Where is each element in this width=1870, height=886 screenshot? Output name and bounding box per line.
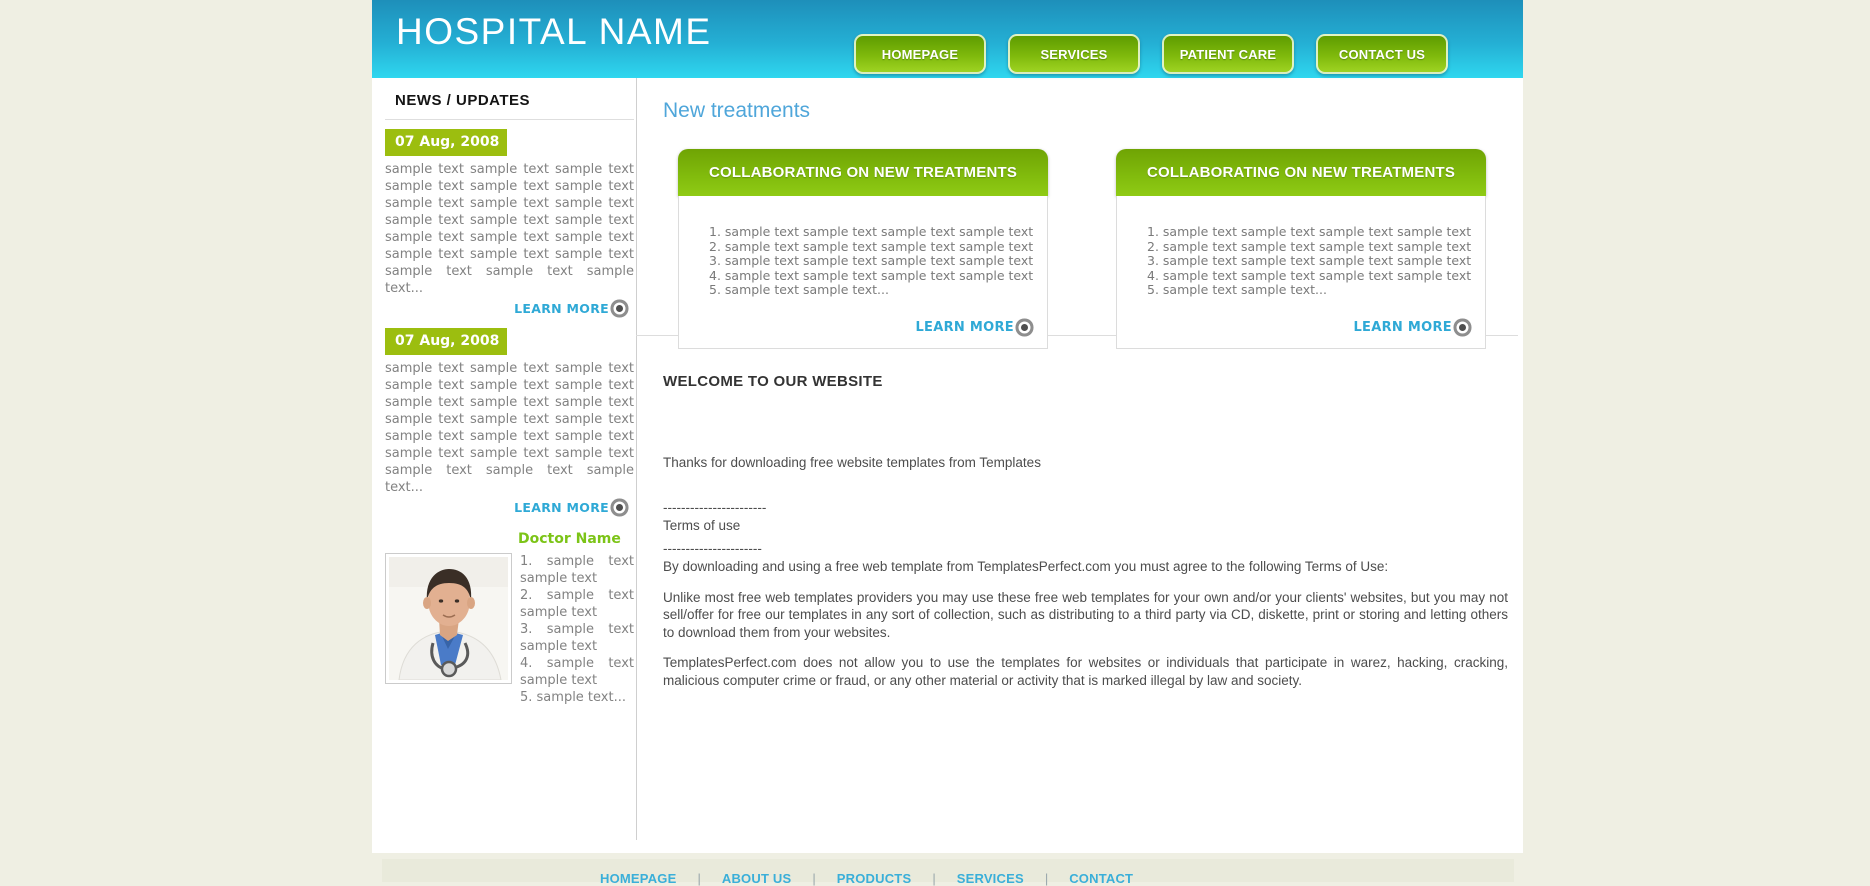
doctor-list-item: 1. sample text sample text bbox=[520, 553, 634, 587]
learn-more-link[interactable]: LEARN MORE bbox=[915, 320, 1033, 335]
target-circle-icon bbox=[1459, 324, 1466, 331]
footer-separator: | bbox=[1045, 871, 1048, 886]
card-body: 1. sample text sample text sample text s… bbox=[678, 196, 1048, 349]
card-list-item: 5. sample text sample text... bbox=[709, 283, 1033, 298]
footer-link-contact[interactable]: CONTACT bbox=[1069, 871, 1133, 886]
dash-separator: ---------------------- bbox=[663, 540, 1508, 558]
footer-separator: | bbox=[932, 871, 935, 886]
news-item: 07 Aug, 2008 sample text sample text sam… bbox=[385, 129, 634, 316]
sidebar-divider bbox=[385, 119, 634, 120]
nav-tab-homepage[interactable]: HOMEPAGE bbox=[854, 34, 986, 74]
card-title: COLLABORATING ON NEW TREATMENTS bbox=[678, 149, 1048, 196]
doctor-section: 1. sample text sample text 2. sample tex… bbox=[385, 553, 634, 706]
card-list-item: 4. sample text sample text sample text s… bbox=[1147, 269, 1471, 284]
terms-text-block: Thanks for downloading free website temp… bbox=[663, 454, 1508, 689]
doctor-photo-illustration bbox=[389, 557, 508, 680]
nav-tab-patient-care[interactable]: PATIENT CARE bbox=[1162, 34, 1294, 74]
card-list-item: 2. sample text sample text sample text s… bbox=[709, 240, 1033, 255]
card-list-item: 2. sample text sample text sample text s… bbox=[1147, 240, 1471, 255]
paragraph-thanks: Thanks for downloading free website temp… bbox=[663, 454, 1508, 472]
learn-more-label: LEARN MORE bbox=[514, 301, 609, 316]
terms-of-use-title: Terms of use bbox=[663, 517, 1508, 535]
page-title: New treatments bbox=[663, 99, 1508, 123]
footer-separator: | bbox=[697, 871, 700, 886]
footer: HOMEPAGE | ABOUT US | PRODUCTS | SERVICE… bbox=[382, 859, 1514, 882]
learn-more-label: LEARN MORE bbox=[1353, 320, 1452, 335]
doctor-list: 1. sample text sample text 2. sample tex… bbox=[520, 553, 634, 706]
dash-separator: ----------------------- bbox=[663, 499, 1508, 517]
doctor-list-item: 4. sample text sample text bbox=[520, 655, 634, 689]
learn-more-link[interactable]: LEARN MORE bbox=[385, 301, 628, 316]
site-title: HOSPITAL NAME bbox=[396, 11, 712, 53]
nav-tab-services[interactable]: SERVICES bbox=[1008, 34, 1140, 74]
doctor-list-item: 3. sample text sample text bbox=[520, 621, 634, 655]
doctor-list-item: 5. sample text... bbox=[520, 689, 634, 706]
paragraph-agree: By downloading and using a free web temp… bbox=[663, 558, 1508, 576]
paragraph-unlike: Unlike most free web templates providers… bbox=[663, 589, 1508, 642]
news-text: sample text sample text sample text samp… bbox=[385, 360, 634, 496]
target-circle-icon bbox=[616, 305, 623, 312]
card-list-item: 4. sample text sample text sample text s… bbox=[709, 269, 1033, 284]
card-list: 1. sample text sample text sample text s… bbox=[1147, 225, 1471, 298]
sidebar-heading: NEWS / UPDATES bbox=[395, 92, 634, 109]
footer-link-homepage[interactable]: HOMEPAGE bbox=[600, 871, 676, 886]
news-sidebar: NEWS / UPDATES 07 Aug, 2008 sample text … bbox=[385, 78, 634, 706]
learn-more-label: LEARN MORE bbox=[915, 320, 1014, 335]
footer-separator: | bbox=[812, 871, 815, 886]
card-list-item: 5. sample text sample text... bbox=[1147, 283, 1471, 298]
nav-tab-label: CONTACT US bbox=[1339, 47, 1425, 62]
page-container: HOSPITAL NAME HOMEPAGE SERVICES PATIENT … bbox=[372, 0, 1523, 853]
news-text: sample text sample text sample text samp… bbox=[385, 161, 634, 297]
card-list-item: 1. sample text sample text sample text s… bbox=[1147, 225, 1471, 240]
news-item: 07 Aug, 2008 sample text sample text sam… bbox=[385, 328, 634, 515]
nav-tab-label: SERVICES bbox=[1040, 47, 1107, 62]
card-list-item: 1. sample text sample text sample text s… bbox=[709, 225, 1033, 240]
welcome-heading: WELCOME TO OUR WEBSITE bbox=[663, 373, 1508, 390]
news-date-badge: 07 Aug, 2008 bbox=[385, 328, 507, 355]
treatment-card: COLLABORATING ON NEW TREATMENTS 1. sampl… bbox=[678, 149, 1048, 349]
treatment-cards: COLLABORATING ON NEW TREATMENTS 1. sampl… bbox=[678, 149, 1508, 349]
nav-tab-label: PATIENT CARE bbox=[1180, 47, 1277, 62]
doctor-list-item: 2. sample text sample text bbox=[520, 587, 634, 621]
card-list-item: 3. sample text sample text sample text s… bbox=[1147, 254, 1471, 269]
footer-link-products[interactable]: PRODUCTS bbox=[837, 871, 912, 886]
target-circle-icon bbox=[1021, 324, 1028, 331]
vertical-divider bbox=[636, 78, 637, 840]
header: HOSPITAL NAME HOMEPAGE SERVICES PATIENT … bbox=[372, 0, 1523, 78]
footer-link-services[interactable]: SERVICES bbox=[957, 871, 1024, 886]
card-title: COLLABORATING ON NEW TREATMENTS bbox=[1116, 149, 1486, 196]
main-content: New treatments COLLABORATING ON NEW TREA… bbox=[663, 78, 1508, 689]
learn-more-link[interactable]: LEARN MORE bbox=[385, 500, 628, 515]
nav-tab-contact-us[interactable]: CONTACT US bbox=[1316, 34, 1448, 74]
doctor-photo bbox=[385, 553, 512, 684]
card-list: 1. sample text sample text sample text s… bbox=[709, 225, 1033, 298]
main-nav: HOMEPAGE SERVICES PATIENT CARE CONTACT U… bbox=[854, 34, 1448, 74]
card-list-item: 3. sample text sample text sample text s… bbox=[709, 254, 1033, 269]
doctor-name: Doctor Name bbox=[518, 531, 634, 547]
treatment-card: COLLABORATING ON NEW TREATMENTS 1. sampl… bbox=[1116, 149, 1486, 349]
target-circle-icon bbox=[616, 504, 623, 511]
footer-link-about-us[interactable]: ABOUT US bbox=[722, 871, 792, 886]
nav-tab-label: HOMEPAGE bbox=[882, 47, 958, 62]
paragraph-warez: TemplatesPerfect.com does not allow you … bbox=[663, 654, 1508, 689]
news-date-badge: 07 Aug, 2008 bbox=[385, 129, 507, 156]
learn-more-link[interactable]: LEARN MORE bbox=[1353, 320, 1471, 335]
footer-links: HOMEPAGE | ABOUT US | PRODUCTS | SERVICE… bbox=[600, 871, 1133, 886]
learn-more-label: LEARN MORE bbox=[514, 500, 609, 515]
card-body: 1. sample text sample text sample text s… bbox=[1116, 196, 1486, 349]
